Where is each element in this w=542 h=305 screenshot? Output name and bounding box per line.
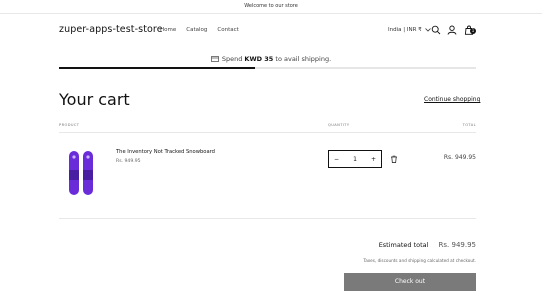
- quantity-decrease-button[interactable]: −: [334, 156, 339, 163]
- nav-home[interactable]: Home: [160, 27, 176, 33]
- trash-icon[interactable]: [390, 155, 398, 163]
- shipping-amount: KWD 35: [244, 55, 274, 63]
- nav-catalog[interactable]: Catalog: [186, 27, 207, 33]
- product-unit-price: Rs. 949.95: [116, 159, 141, 164]
- search-icon[interactable]: [431, 25, 441, 35]
- country-label: India | INR ₹: [388, 27, 422, 33]
- checkout-button[interactable]: Check out: [344, 273, 476, 291]
- divider: [59, 218, 476, 219]
- box-icon: [210, 56, 219, 62]
- account-icon[interactable]: [447, 25, 457, 35]
- announcement-bar: Welcome to our store: [0, 0, 542, 14]
- nav-contact[interactable]: Contact: [217, 27, 238, 33]
- product-name[interactable]: The Inventory Not Tracked Snowboard: [116, 149, 215, 155]
- shipping-prefix: Spend: [221, 55, 243, 63]
- shipping-suffix: to avail shipping.: [275, 55, 332, 63]
- shipping-progress-bar: [59, 67, 476, 69]
- chevron-down-icon: [424, 28, 431, 32]
- cart-count-badge: 1: [470, 28, 476, 34]
- country-selector[interactable]: India | INR ₹: [388, 27, 431, 33]
- store-logo[interactable]: zuper-apps-test-store: [59, 24, 163, 35]
- main-nav: Home Catalog Contact: [160, 27, 239, 33]
- announcement-text: Welcome to our store: [244, 3, 298, 9]
- divider: [59, 132, 476, 133]
- estimated-total-value: Rs. 949.95: [438, 241, 476, 249]
- quantity-value[interactable]: 1: [353, 156, 357, 163]
- column-header-quantity: QUANTITY: [328, 123, 350, 127]
- taxes-note: Taxes, discounts and shipping calculated…: [363, 258, 476, 263]
- shipping-message: Spend KWD 35 to avail shipping.: [0, 55, 542, 63]
- page-title: Your cart: [59, 90, 130, 109]
- column-header-product: PRODUCT: [59, 123, 80, 127]
- quantity-stepper: − 1 +: [328, 150, 382, 168]
- estimated-total: Estimated total Rs. 949.95: [379, 241, 476, 249]
- estimated-total-label: Estimated total: [378, 241, 429, 249]
- continue-shopping-link[interactable]: Continue shopping: [424, 96, 480, 103]
- quantity-increase-button[interactable]: +: [371, 156, 376, 163]
- line-total: Rs. 949.95: [443, 154, 476, 161]
- shipping-progress-fill: [59, 67, 255, 69]
- column-header-total: TOTAL: [462, 123, 476, 127]
- product-image[interactable]: [67, 150, 97, 196]
- site-header: zuper-apps-test-store Home Catalog Conta…: [0, 14, 542, 48]
